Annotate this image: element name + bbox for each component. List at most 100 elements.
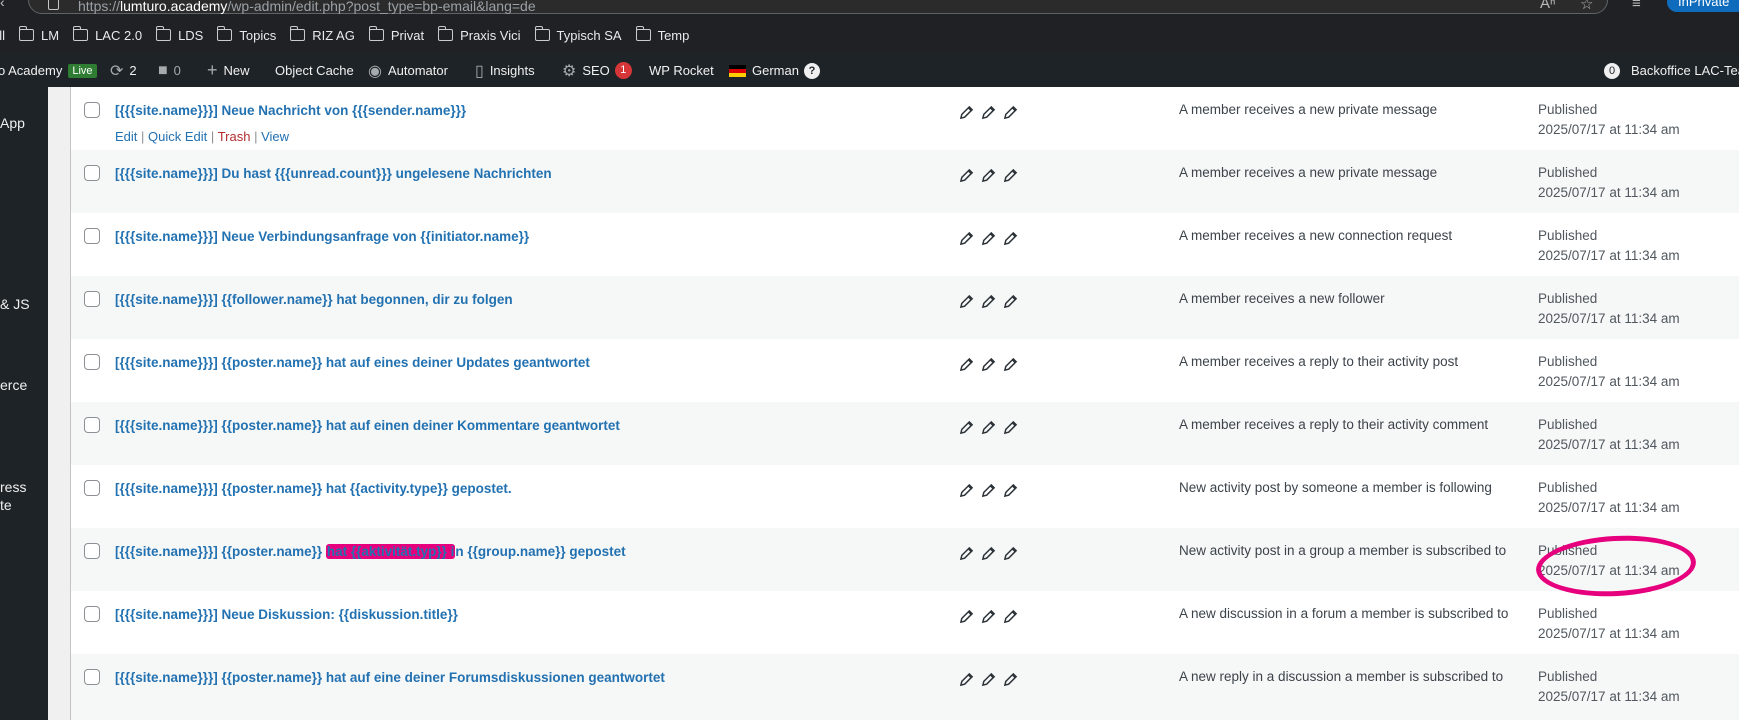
- pencil-icon[interactable]: [981, 546, 996, 561]
- email-title-link[interactable]: [{{{site.name}}}] Neue Verbindungsanfrag…: [115, 229, 529, 244]
- pencil-icon[interactable]: [959, 105, 974, 120]
- inprivate-badge[interactable]: InPrivate: [1667, 0, 1739, 12]
- pencil-icon[interactable]: [981, 357, 996, 372]
- email-status: Published: [1538, 102, 1598, 117]
- pencil-icon[interactable]: [981, 420, 996, 435]
- pencil-icon[interactable]: [981, 609, 996, 624]
- bookmark-folder[interactable]: Privat: [368, 26, 424, 43]
- folder-icon: [19, 26, 35, 41]
- edit-link[interactable]: Edit: [115, 129, 137, 144]
- comments-menu[interactable]: ■ 0: [158, 54, 181, 87]
- object-cache-menu[interactable]: Object Cache: [275, 54, 354, 87]
- wp-rocket-menu[interactable]: WP Rocket: [649, 54, 714, 87]
- bookmark-folder[interactable]: Praxis Vici: [438, 26, 521, 43]
- pencil-icon[interactable]: [959, 294, 974, 309]
- email-title-link[interactable]: [{{{site.name}}}] {{follower.name}} hat …: [115, 292, 513, 307]
- trash-link[interactable]: Trash: [218, 129, 251, 144]
- read-aloud-icon[interactable]: Aⁿ: [1540, 0, 1555, 12]
- insights-menu[interactable]: ▯ Insights: [475, 54, 535, 87]
- pencil-icon[interactable]: [981, 231, 996, 246]
- bookmark-folder[interactable]: LM: [19, 26, 59, 43]
- pencil-icon[interactable]: [981, 294, 996, 309]
- pencil-icon[interactable]: [981, 672, 996, 687]
- pencil-icon[interactable]: [959, 357, 974, 372]
- pencil-icon[interactable]: [1003, 357, 1018, 372]
- favorite-star-icon[interactable]: ☆: [1580, 0, 1593, 13]
- row-checkbox[interactable]: [84, 417, 100, 433]
- pencil-icon[interactable]: [1003, 168, 1018, 183]
- updates-menu[interactable]: ⟳ 2: [110, 54, 137, 87]
- pencil-icon[interactable]: [1003, 672, 1018, 687]
- back-icon[interactable]: ‹: [0, 0, 5, 10]
- favorites-list-icon[interactable]: ≡: [1632, 0, 1641, 12]
- pencil-icon[interactable]: [959, 609, 974, 624]
- row-checkbox[interactable]: [84, 165, 100, 181]
- pencil-icon[interactable]: [959, 672, 974, 687]
- folder-icon: [368, 26, 384, 41]
- account-menu[interactable]: 0 Backoffice LAC-Tea: [1604, 54, 1739, 87]
- email-title-link[interactable]: [{{{site.name}}}] {{poster.name}} hat au…: [115, 418, 620, 433]
- bookmark-item[interactable]: ell: [0, 28, 5, 43]
- sidebar-item-press[interactable]: ress: [0, 478, 26, 496]
- plus-icon: +: [207, 60, 218, 80]
- translation-edit-icons: [959, 672, 1018, 687]
- email-title-link[interactable]: [{{{site.name}}}] {{poster.name}} hat {{…: [115, 544, 626, 559]
- language-switcher[interactable]: German?: [729, 54, 820, 87]
- quick-edit-link[interactable]: Quick Edit: [148, 129, 207, 144]
- row-checkbox[interactable]: [84, 543, 100, 559]
- pencil-icon[interactable]: [1003, 231, 1018, 246]
- translation-edit-icons: [959, 357, 1018, 372]
- automator-menu[interactable]: ◉ Automator: [368, 54, 448, 87]
- row-checkbox[interactable]: [84, 606, 100, 622]
- bookmark-folder[interactable]: LDS: [156, 26, 203, 43]
- sidebar-item-css-js[interactable]: & JS: [0, 295, 30, 313]
- email-title-link[interactable]: [{{{site.name}}}] {{poster.name}} hat au…: [115, 670, 665, 685]
- pencil-icon[interactable]: [1003, 483, 1018, 498]
- pencil-icon[interactable]: [981, 483, 996, 498]
- pencil-icon[interactable]: [959, 483, 974, 498]
- pencil-icon[interactable]: [1003, 420, 1018, 435]
- bookmark-folder[interactable]: Temp: [635, 26, 689, 43]
- sidebar-item-commerce[interactable]: erce: [0, 376, 27, 394]
- pencil-icon[interactable]: [981, 168, 996, 183]
- german-flag-icon: [729, 64, 746, 77]
- row-checkbox[interactable]: [84, 669, 100, 685]
- pencil-icon[interactable]: [959, 231, 974, 246]
- email-situation: A member receives a new private message: [1179, 165, 1438, 180]
- bookmark-folder[interactable]: RIZ AG: [290, 26, 355, 43]
- table-row: [{{{site.name}}}] Du hast {{{unread.coun…: [71, 150, 1739, 213]
- email-title-link[interactable]: [{{{site.name}}}] Du hast {{{unread.coun…: [115, 166, 552, 181]
- email-title-link[interactable]: [{{{site.name}}}] Neue Diskussion: {{dis…: [115, 607, 458, 622]
- email-situation: A member receives a new connection reque…: [1179, 228, 1453, 243]
- row-checkbox[interactable]: [84, 354, 100, 370]
- pencil-icon[interactable]: [1003, 105, 1018, 120]
- bookmark-folder[interactable]: LAC 2.0: [73, 26, 142, 43]
- row-checkbox[interactable]: [84, 228, 100, 244]
- new-content-menu[interactable]: + New: [207, 54, 250, 87]
- view-link[interactable]: View: [261, 129, 289, 144]
- table-row: [{{{site.name}}}] {{poster.name}} hat au…: [71, 402, 1739, 465]
- row-checkbox[interactable]: [84, 291, 100, 307]
- translation-edit-icons: [959, 609, 1018, 624]
- seo-menu[interactable]: ⚙ SEO 1: [562, 54, 632, 87]
- pencil-icon[interactable]: [959, 546, 974, 561]
- pencil-icon[interactable]: [959, 420, 974, 435]
- pencil-icon[interactable]: [1003, 609, 1018, 624]
- pencil-icon[interactable]: [1003, 546, 1018, 561]
- site-name-menu[interactable]: o Academy Live: [0, 54, 97, 87]
- address-url[interactable]: https://lumturo.academy/wp-admin/edit.ph…: [78, 0, 536, 14]
- pencil-icon[interactable]: [1003, 294, 1018, 309]
- pencil-icon[interactable]: [959, 168, 974, 183]
- bookmark-folder[interactable]: Topics: [217, 26, 276, 43]
- bookmark-folder[interactable]: Typisch SA: [534, 26, 622, 43]
- email-title-link[interactable]: [{{{site.name}}}] {{poster.name}} hat au…: [115, 355, 590, 370]
- sidebar-item-app[interactable]: App: [0, 114, 25, 132]
- sidebar-item-site[interactable]: te: [0, 496, 12, 514]
- pencil-icon[interactable]: [981, 105, 996, 120]
- email-title-link[interactable]: [{{{site.name}}}] Neue Nachricht von {{{…: [115, 103, 466, 118]
- email-title-link[interactable]: [{{{site.name}}}] {{poster.name}} hat {{…: [115, 481, 512, 496]
- admin-sidebar: App & JS erce ress te: [0, 87, 48, 720]
- page-info-icon[interactable]: [48, 0, 59, 10]
- row-checkbox[interactable]: [84, 480, 100, 496]
- row-checkbox[interactable]: [84, 102, 100, 118]
